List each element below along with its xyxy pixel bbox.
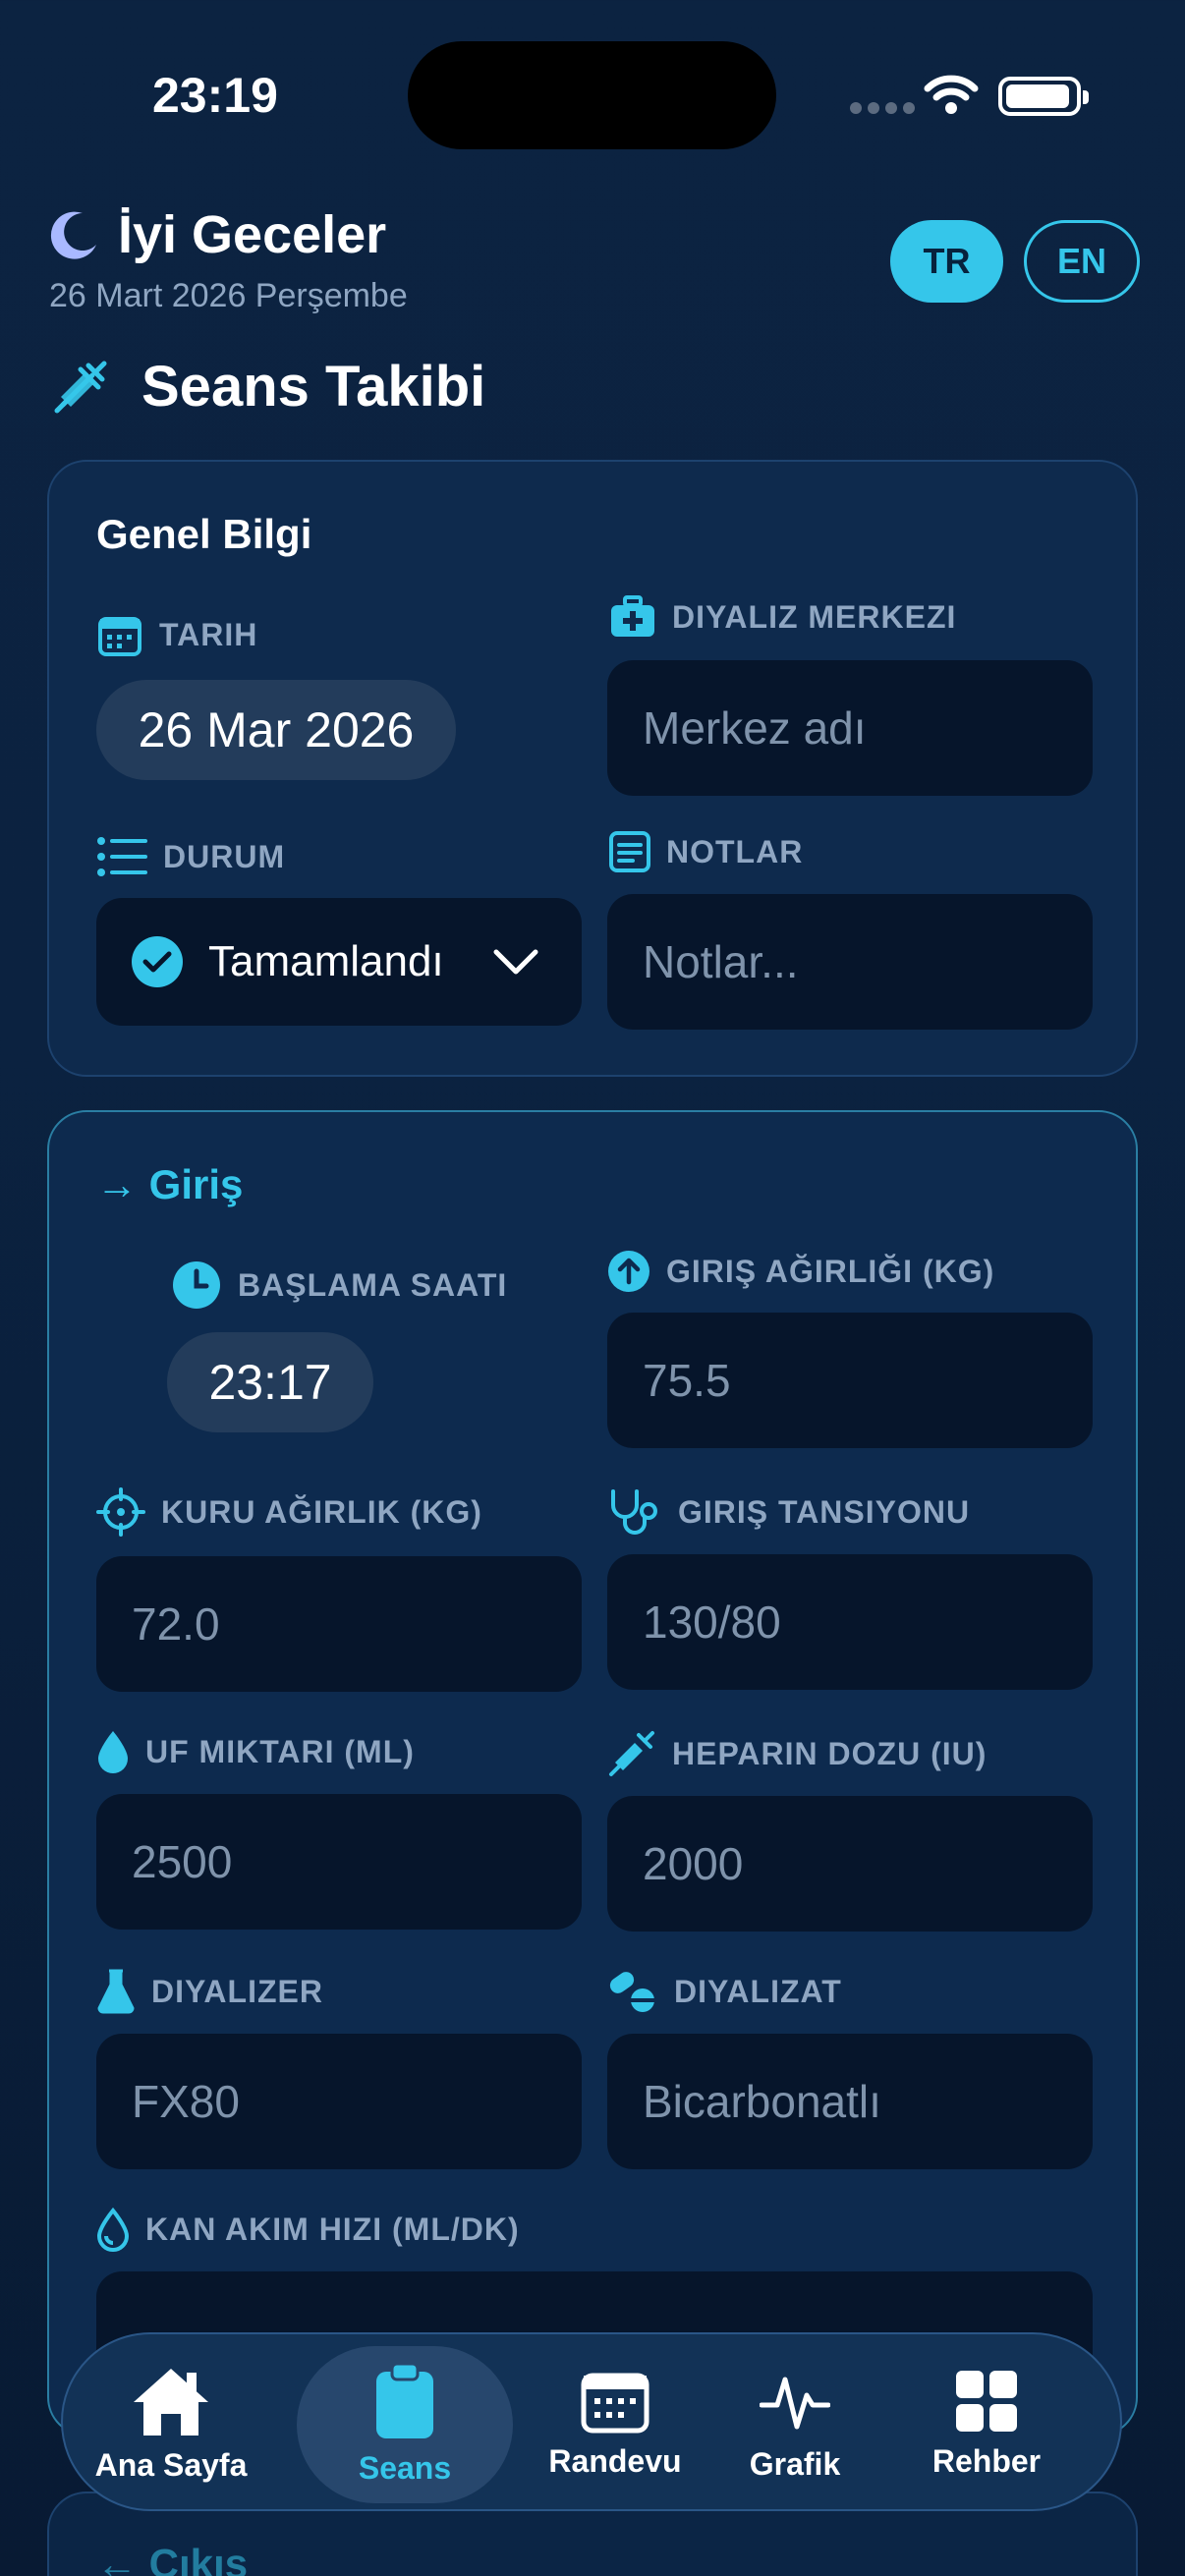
dry-weight-label: KURU AĞIRLIK (KG) bbox=[96, 1487, 482, 1537]
syringe-icon bbox=[54, 361, 107, 413]
cikis-card-title: ← Çıkış bbox=[96, 2541, 249, 2576]
dialysate-label: DIYALIZAT bbox=[607, 1969, 842, 2014]
drop-outline-icon bbox=[96, 2207, 130, 2252]
home-icon bbox=[134, 2368, 208, 2436]
stethoscope-icon bbox=[611, 1489, 657, 1535]
date-label: TARIH bbox=[96, 611, 257, 658]
tab-rehber[interactable]: Rehber bbox=[888, 2334, 1085, 2513]
status-bar: 23:19 bbox=[0, 0, 1185, 187]
general-info-card: Genel Bilgi TARIH 26 Mar 2026 DIYALIZ ME… bbox=[47, 460, 1138, 1077]
start-time-label: BAŞLAMA SAATI bbox=[171, 1260, 507, 1311]
start-time-label-text: BAŞLAMA SAATI bbox=[238, 1266, 508, 1303]
notes-label-text: NOTLAR bbox=[666, 833, 804, 869]
date-label-text: TARIH bbox=[159, 616, 258, 652]
center-input[interactable]: Merkez adı bbox=[607, 660, 1093, 796]
general-card-title: Genel Bilgi bbox=[96, 511, 312, 557]
page-title-row: Seans Takibi bbox=[49, 354, 485, 420]
entry-weight-input[interactable]: 75.5 bbox=[607, 1313, 1093, 1448]
target-icon bbox=[96, 1487, 145, 1537]
syringe-small-icon bbox=[609, 1731, 654, 1776]
clock-icon bbox=[173, 1261, 220, 1309]
center-label-text: DIYALIZ MERKEZI bbox=[672, 598, 957, 635]
pulse-icon bbox=[760, 2377, 830, 2429]
start-time-picker[interactable]: 23:17 bbox=[167, 1332, 373, 1432]
heparin-label: HEPARIN DOZU (IU) bbox=[607, 1729, 987, 1778]
dialyzer-input[interactable]: FX80 bbox=[96, 2034, 582, 2169]
dry-weight-input[interactable]: 72.0 bbox=[96, 1556, 582, 1692]
dynamic-island bbox=[408, 41, 776, 149]
entry-bp-label-text: GIRIŞ TANSIYONU bbox=[678, 1493, 971, 1530]
greeting-row: İyi Geceler bbox=[49, 204, 386, 265]
lang-en-button[interactable]: EN bbox=[1024, 220, 1140, 303]
status-time: 23:19 bbox=[152, 68, 278, 123]
medical-kit-icon bbox=[611, 595, 654, 637]
drop-icon bbox=[98, 1731, 128, 1773]
date-picker[interactable]: 26 Mar 2026 bbox=[96, 680, 456, 780]
page-title: Seans Takibi bbox=[141, 355, 486, 419]
status-label-text: DURUM bbox=[163, 838, 286, 874]
center-label: DIYALIZ MERKEZI bbox=[609, 595, 956, 639]
dialyzer-label: DIYALIZER bbox=[96, 1969, 323, 2014]
heparin-label-text: HEPARIN DOZU (IU) bbox=[672, 1735, 988, 1771]
calendar-icon bbox=[98, 617, 141, 656]
tab-seans[interactable]: Seans bbox=[297, 2334, 513, 2513]
dialysate-input[interactable]: Bicarbonatlı bbox=[607, 2034, 1093, 2169]
tab-home[interactable]: Ana Sayfa bbox=[63, 2334, 279, 2513]
uf-input[interactable]: 2500 bbox=[96, 1794, 582, 1930]
giris-card: → Giriş BAŞLAMA SAATI 23:17 GIRIŞ AĞIRLI… bbox=[47, 1110, 1138, 2436]
wifi-icon bbox=[924, 75, 979, 114]
blood-flow-label: KAN AKIM HIZI (ML/DK) bbox=[96, 2207, 520, 2252]
notes-input[interactable]: Notlar... bbox=[607, 894, 1093, 1030]
lang-tr-button[interactable]: TR bbox=[890, 220, 1003, 303]
blood-flow-label-text: KAN AKIM HIZI (ML/DK) bbox=[145, 2211, 520, 2247]
calendar-icon bbox=[581, 2373, 649, 2433]
entry-bp-input[interactable]: 130/80 bbox=[607, 1554, 1093, 1690]
signal-icon bbox=[850, 102, 915, 114]
greeting-text: İyi Geceler bbox=[118, 205, 387, 264]
status-select-value: Tamamlandı bbox=[208, 937, 444, 985]
tab-randevu[interactable]: Randevu bbox=[517, 2334, 713, 2513]
notes-label: NOTLAR bbox=[609, 831, 803, 872]
arrow-up-circle-icon bbox=[608, 1251, 649, 1292]
tab-grafik-label: Grafik bbox=[749, 2445, 841, 2482]
entry-weight-label: GIRIŞ AĞIRLIĞI (KG) bbox=[607, 1250, 994, 1293]
tab-grafik[interactable]: Grafik bbox=[711, 2334, 878, 2513]
tab-rehber-label: Rehber bbox=[931, 2442, 1042, 2479]
status-label: DURUM bbox=[96, 835, 285, 878]
header-date: 26 Mart 2026 Perşembe bbox=[49, 277, 408, 314]
tab-home-label: Ana Sayfa bbox=[94, 2446, 248, 2483]
tab-seans-label: Seans bbox=[358, 2449, 452, 2486]
bottom-tab-bar: Ana Sayfa Seans Randevu Grafik Rehber bbox=[61, 2332, 1122, 2511]
heparin-input[interactable]: 2000 bbox=[607, 1796, 1093, 1932]
status-select[interactable]: Tamamlandı bbox=[96, 898, 582, 1026]
grid-icon bbox=[956, 2370, 1017, 2432]
chevron-down-icon bbox=[493, 949, 538, 975]
moon-icon bbox=[50, 211, 96, 259]
dry-weight-label-text: KURU AĞIRLIK (KG) bbox=[161, 1493, 482, 1530]
uf-label-text: UF MIKTARI (ML) bbox=[145, 1733, 415, 1769]
dialyzer-label-text: DIYALIZER bbox=[151, 1973, 323, 2009]
uf-label: UF MIKTARI (ML) bbox=[96, 1729, 415, 1774]
check-circle-icon bbox=[132, 936, 183, 987]
entry-weight-label-text: GIRIŞ AĞIRLIĞI (KG) bbox=[666, 1253, 995, 1289]
pills-icon bbox=[609, 1972, 655, 2012]
entry-bp-label: GIRIŞ TANSIYONU bbox=[607, 1487, 970, 1537]
battery-icon bbox=[998, 77, 1089, 116]
tab-randevu-label: Randevu bbox=[548, 2442, 682, 2479]
giris-card-title: → Giriş bbox=[96, 1161, 244, 1207]
note-icon bbox=[609, 831, 650, 872]
clipboard-icon bbox=[376, 2362, 433, 2438]
dialysate-label-text: DIYALIZAT bbox=[674, 1973, 842, 2009]
list-icon bbox=[97, 837, 147, 876]
flask-icon bbox=[97, 1969, 135, 2014]
